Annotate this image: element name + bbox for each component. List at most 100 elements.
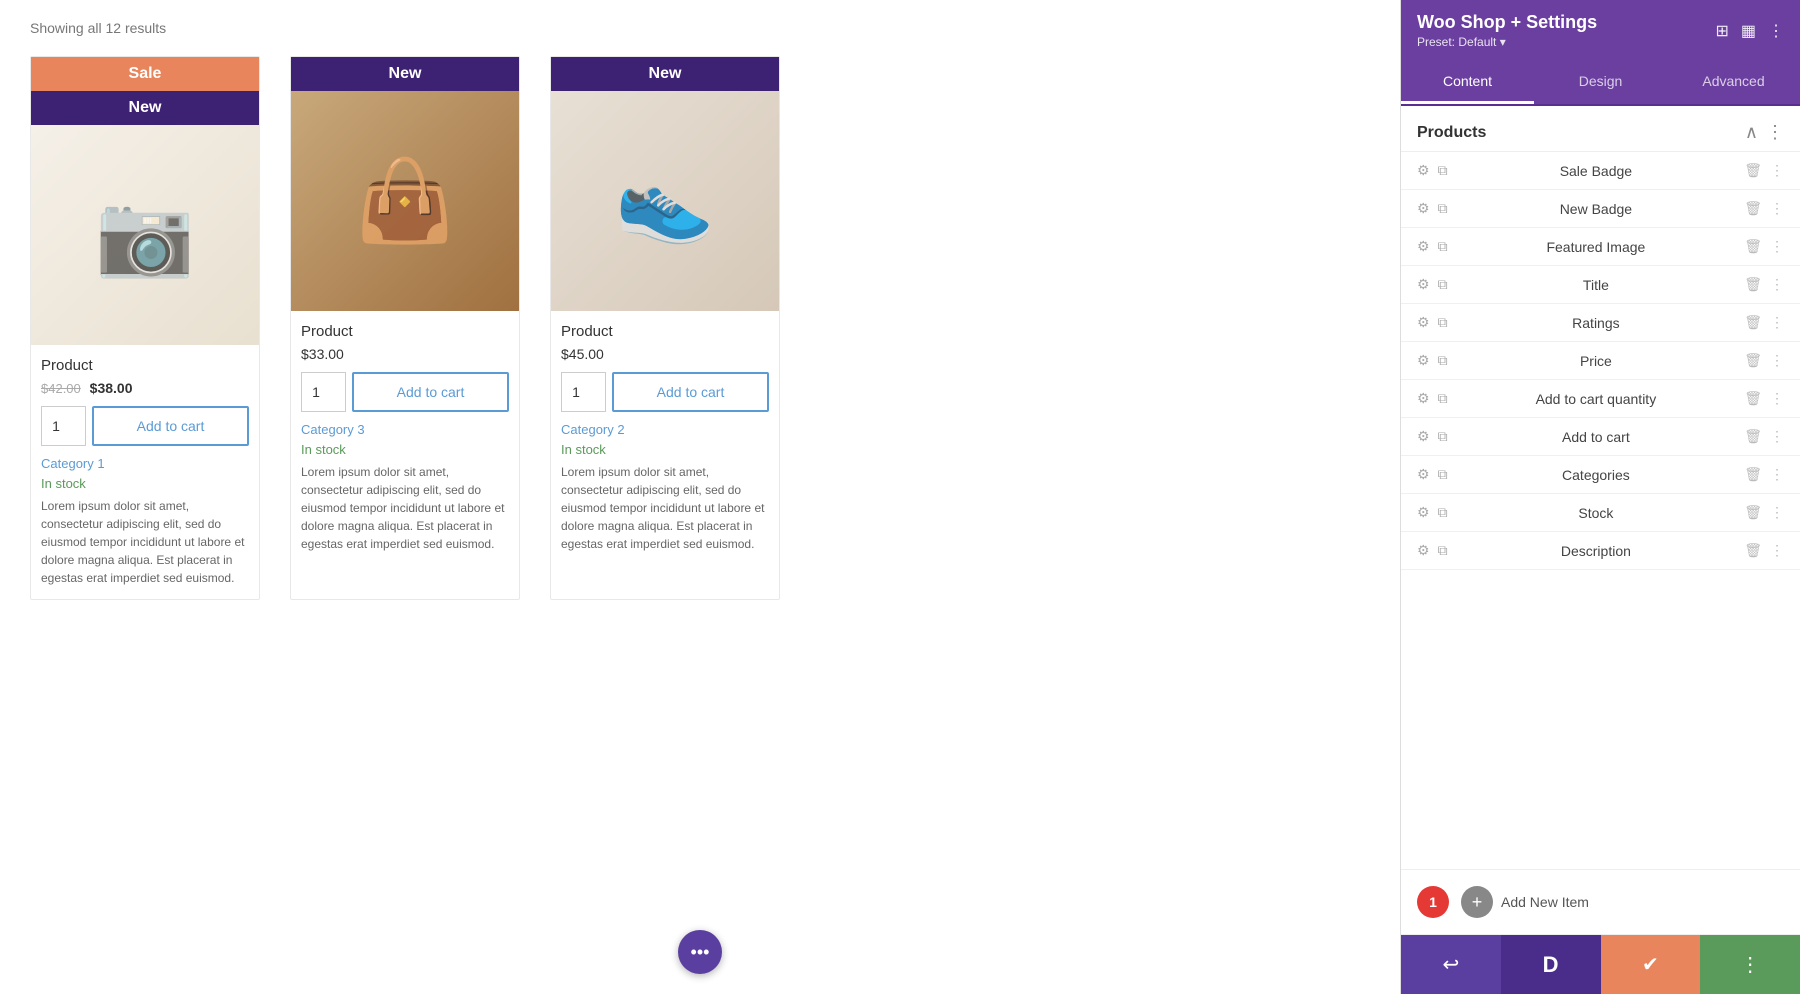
panel-subtitle: Preset: Default ▾ <box>1417 35 1597 49</box>
more-icon[interactable]: ⋮ <box>1770 314 1784 331</box>
panel-tabs: Content Design Advanced <box>1401 61 1800 106</box>
more-icon[interactable]: ⋮ <box>1770 428 1784 445</box>
more-icon[interactable]: ⋮ <box>1770 542 1784 559</box>
more-icon[interactable]: ⋮ <box>1770 162 1784 179</box>
list-item: ⚙ ⧉ Ratings 🗑 ⋮ <box>1401 304 1800 342</box>
delete-icon[interactable]: 🗑 <box>1744 428 1762 445</box>
new-badge: New <box>291 57 519 91</box>
sale-badge: Sale <box>31 57 259 91</box>
items-list: ⚙ ⧉ Sale Badge 🗑 ⋮ ⚙ ⧉ New Badge 🗑 ⋮ ⚙ ⧉… <box>1401 152 1800 869</box>
product-name: Product <box>41 357 249 374</box>
float-action-button[interactable]: ••• <box>678 930 722 974</box>
copy-icon[interactable]: ⧉ <box>1438 200 1448 217</box>
gear-icon[interactable]: ⚙ <box>1417 428 1430 445</box>
add-to-cart-row: Add to cart <box>561 372 769 412</box>
product-description: Lorem ipsum dolor sit amet, consectetur … <box>561 463 769 553</box>
gear-icon[interactable]: ⚙ <box>1417 276 1430 293</box>
add-to-cart-button[interactable]: Add to cart <box>352 372 509 412</box>
copy-icon[interactable]: ⧉ <box>1438 542 1448 559</box>
add-to-cart-button[interactable]: Add to cart <box>92 406 249 446</box>
more-icon[interactable]: ⋮ <box>1770 504 1784 521</box>
copy-icon[interactable]: ⧉ <box>1438 390 1448 407</box>
gear-icon[interactable]: ⚙ <box>1417 390 1430 407</box>
product-image <box>291 91 519 311</box>
gear-icon[interactable]: ⚙ <box>1417 200 1430 217</box>
product-price: $33.00 <box>301 346 509 362</box>
main-content: Showing all 12 results Sale New Product … <box>0 0 1400 994</box>
more-icon[interactable]: ⋮ <box>1770 200 1784 217</box>
quantity-input[interactable] <box>561 372 606 412</box>
more-icon[interactable]: ⋮ <box>1770 352 1784 369</box>
panel-more-icon[interactable]: ⋮ <box>1768 21 1784 41</box>
gear-icon[interactable]: ⚙ <box>1417 162 1430 179</box>
delete-icon[interactable]: 🗑 <box>1744 352 1762 369</box>
gear-icon[interactable]: ⚙ <box>1417 352 1430 369</box>
delete-icon[interactable]: 🗑 <box>1744 466 1762 483</box>
item-label: Categories <box>1456 467 1737 483</box>
copy-icon[interactable]: ⧉ <box>1438 466 1448 483</box>
panel-title: Woo Shop + Settings <box>1417 12 1597 33</box>
undo-icon: ↩ <box>1442 952 1459 977</box>
copy-icon[interactable]: ⧉ <box>1438 504 1448 521</box>
delete-icon[interactable]: 🗑 <box>1744 390 1762 407</box>
panel-grid-icon[interactable]: ▦ <box>1741 21 1756 41</box>
panel-resize-icon[interactable]: ⊞ <box>1715 21 1728 41</box>
more-icon[interactable]: ⋮ <box>1770 390 1784 407</box>
list-item: ⚙ ⧉ Price 🗑 ⋮ <box>1401 342 1800 380</box>
save-icon: ✔ <box>1642 952 1659 977</box>
gear-icon[interactable]: ⚙ <box>1417 466 1430 483</box>
delete-icon[interactable]: 🗑 <box>1744 504 1762 521</box>
preset-label: Preset: Default <box>1417 35 1496 49</box>
delete-icon[interactable]: 🗑 <box>1744 542 1762 559</box>
price-old: $42.00 <box>41 381 81 396</box>
list-item: ⚙ ⧉ Add to cart 🗑 ⋮ <box>1401 418 1800 456</box>
more-icon[interactable]: ⋮ <box>1770 238 1784 255</box>
gear-icon[interactable]: ⚙ <box>1417 314 1430 331</box>
more-icon[interactable]: ⋮ <box>1770 466 1784 483</box>
divi-icon: D <box>1543 952 1559 978</box>
tab-content[interactable]: Content <box>1401 61 1534 104</box>
bottom-bar-more-button[interactable]: ⋮ <box>1700 935 1800 994</box>
copy-icon[interactable]: ⧉ <box>1438 428 1448 445</box>
tab-design[interactable]: Design <box>1534 61 1667 104</box>
showing-results: Showing all 12 results <box>30 20 1370 36</box>
bottom-bar-save-button[interactable]: ✔ <box>1601 935 1701 994</box>
category-link[interactable]: Category 1 <box>41 456 249 471</box>
product-name: Product <box>301 323 509 340</box>
tab-advanced[interactable]: Advanced <box>1667 61 1800 104</box>
delete-icon[interactable]: 🗑 <box>1744 276 1762 293</box>
copy-icon[interactable]: ⧉ <box>1438 162 1448 179</box>
delete-icon[interactable]: 🗑 <box>1744 314 1762 331</box>
delete-icon[interactable]: 🗑 <box>1744 162 1762 179</box>
category-link[interactable]: Category 3 <box>301 422 509 437</box>
section-title: Products <box>1417 124 1486 142</box>
add-to-cart-button[interactable]: Add to cart <box>612 372 769 412</box>
section-more-icon[interactable]: ⋮ <box>1766 122 1784 143</box>
section-collapse-icon[interactable]: ∧ <box>1745 122 1758 143</box>
gear-icon[interactable]: ⚙ <box>1417 542 1430 559</box>
copy-icon[interactable]: ⧉ <box>1438 276 1448 293</box>
quantity-input[interactable] <box>301 372 346 412</box>
bottom-bar-undo-button[interactable]: ↩ <box>1401 935 1501 994</box>
panel-header-icons: ⊞ ▦ ⋮ <box>1715 21 1784 41</box>
category-link[interactable]: Category 2 <box>561 422 769 437</box>
quantity-input[interactable] <box>41 406 86 446</box>
list-item: ⚙ ⧉ Featured Image 🗑 ⋮ <box>1401 228 1800 266</box>
in-stock-label: In stock <box>561 442 769 457</box>
add-new-item-button[interactable]: + Add New Item <box>1461 886 1589 918</box>
item-label: Price <box>1456 353 1737 369</box>
delete-icon[interactable]: 🗑 <box>1744 238 1762 255</box>
copy-icon[interactable]: ⧉ <box>1438 238 1448 255</box>
product-description: Lorem ipsum dolor sit amet, consectetur … <box>301 463 509 553</box>
gear-icon[interactable]: ⚙ <box>1417 504 1430 521</box>
list-item: ⚙ ⧉ Title 🗑 ⋮ <box>1401 266 1800 304</box>
gear-icon[interactable]: ⚙ <box>1417 238 1430 255</box>
delete-icon[interactable]: 🗑 <box>1744 200 1762 217</box>
bottom-bar-divi-button[interactable]: D <box>1501 935 1601 994</box>
list-item: ⚙ ⧉ Categories 🗑 ⋮ <box>1401 456 1800 494</box>
copy-icon[interactable]: ⧉ <box>1438 352 1448 369</box>
list-item: ⚙ ⧉ Sale Badge 🗑 ⋮ <box>1401 152 1800 190</box>
copy-icon[interactable]: ⧉ <box>1438 314 1448 331</box>
more-icon[interactable]: ⋮ <box>1770 276 1784 293</box>
product-price: $45.00 <box>561 346 769 362</box>
